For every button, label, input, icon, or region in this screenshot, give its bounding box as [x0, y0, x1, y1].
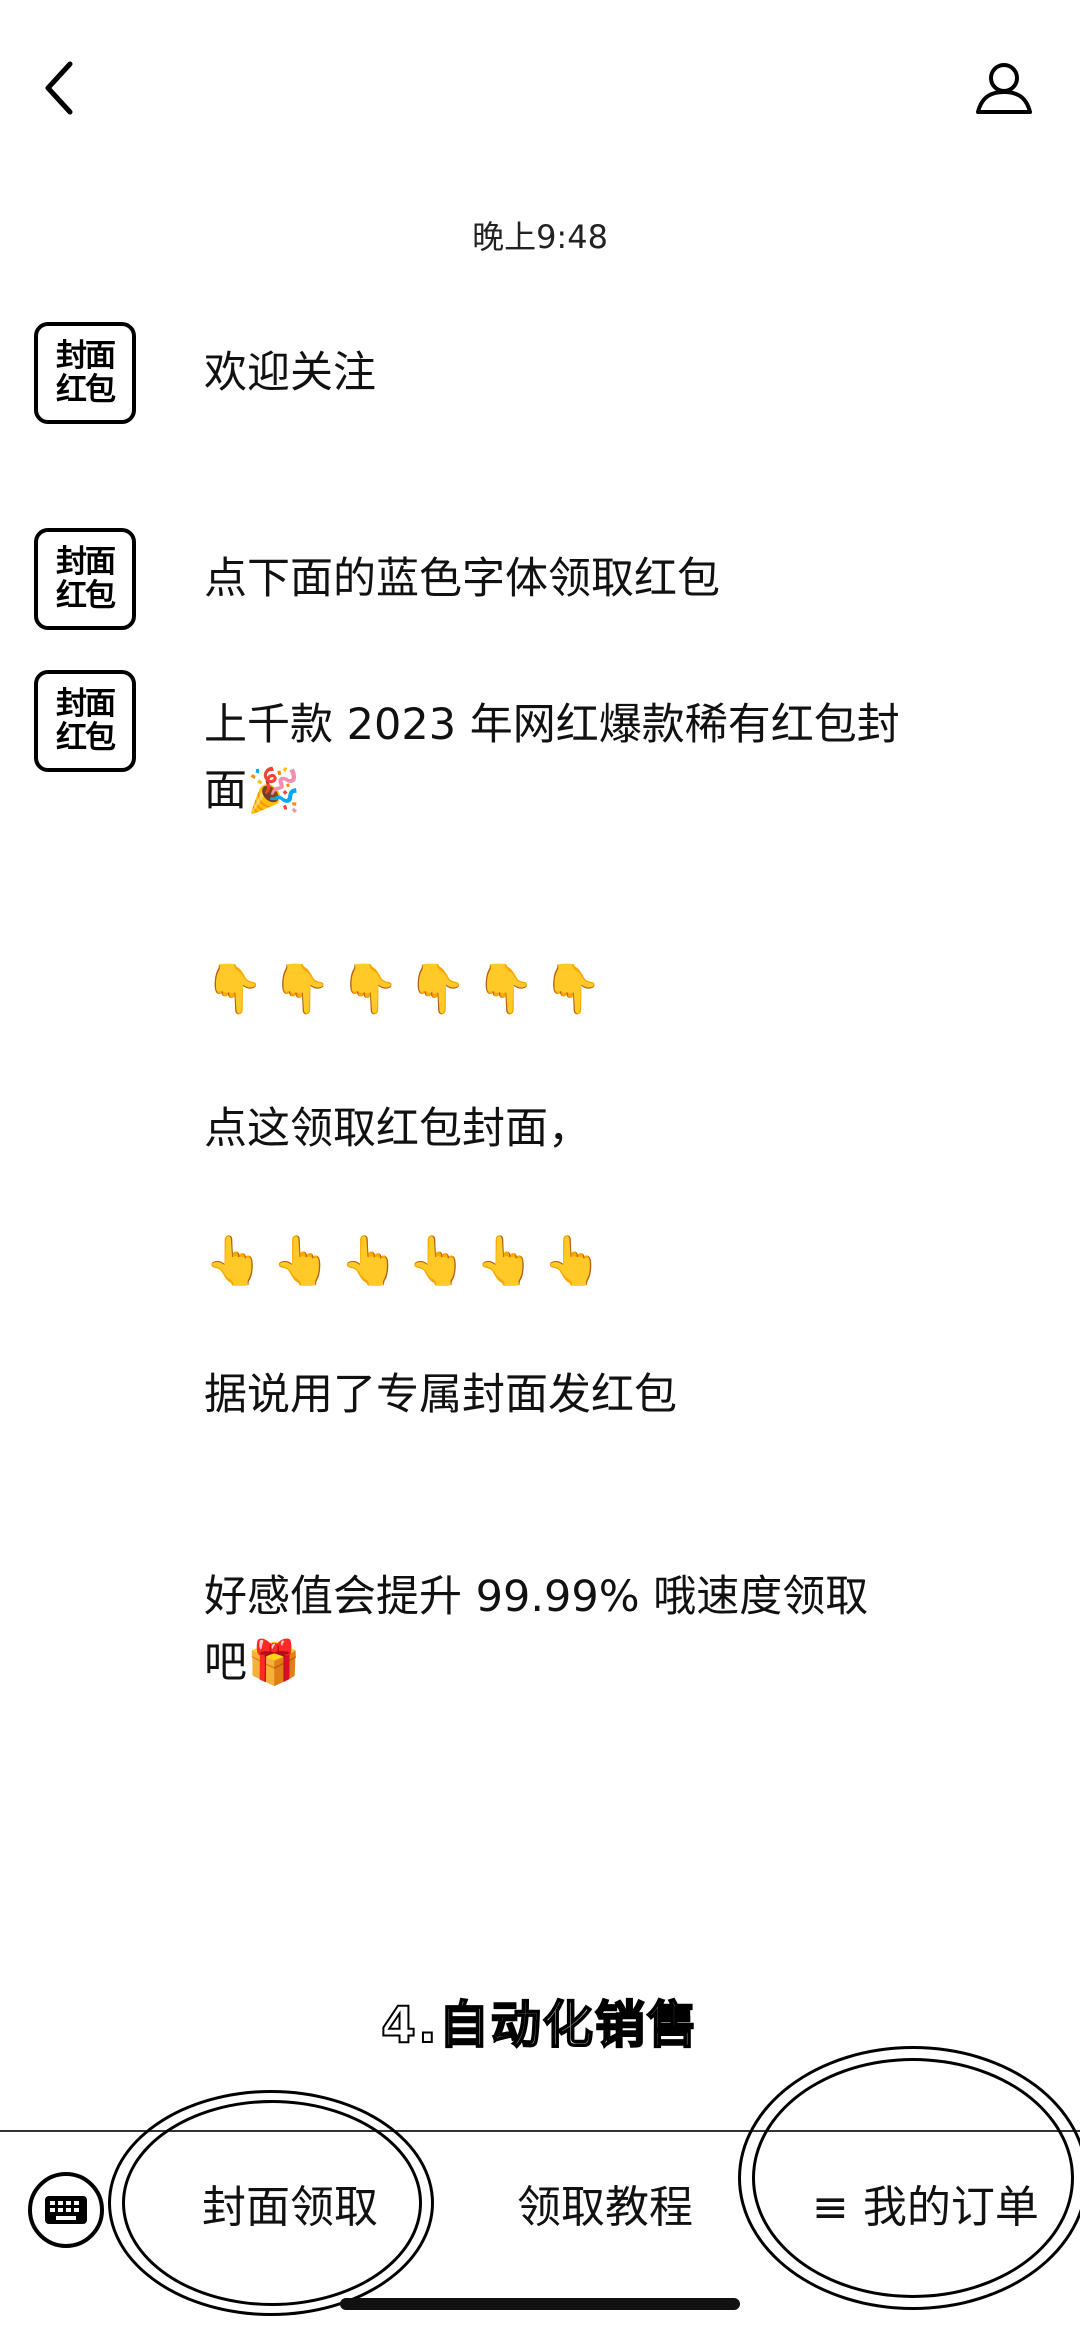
message-text: 上千款 2023 年网红爆款稀有红包封面🎉 — [204, 700, 900, 816]
avatar-line-1: 封面 — [56, 686, 116, 722]
avatar[interactable]: 封面 红包 — [34, 670, 136, 772]
avatar[interactable]: 封面 红包 — [34, 528, 136, 630]
person-icon — [976, 63, 1032, 114]
keyboard-toggle-button[interactable] — [28, 2172, 104, 2248]
home-indicator[interactable] — [340, 2298, 740, 2310]
highlight-ring-right-inner — [752, 2058, 1074, 2298]
message-text: 点下面的蓝色字体领取红包 — [204, 554, 720, 604]
menu-item-tutorial[interactable]: 领取教程 — [460, 2168, 750, 2248]
avatar-line-2: 红包 — [56, 578, 116, 614]
chevron-left-icon — [45, 61, 73, 115]
pointing-down-emoji-row: 👇👇👇👇👇👇 — [204, 961, 611, 1017]
profile-button[interactable] — [974, 58, 1034, 118]
message-timestamp: 晚上9:48 — [472, 218, 608, 256]
message-text: 好感值会提升 99.99% 哦速度领取吧🎁 — [204, 1572, 869, 1688]
claim-link-text[interactable]: 点这领取红包封面， — [204, 1096, 904, 1162]
message-text: 据说用了专属封面发红包 — [204, 1370, 677, 1420]
highlight-ring-left-inner — [122, 2100, 422, 2306]
avatar-line-1: 封面 — [56, 544, 116, 580]
message-text: 欢迎关注 — [204, 348, 376, 398]
avatar-line-2: 红包 — [56, 720, 116, 756]
avatar[interactable]: 封面 红包 — [34, 322, 136, 424]
avatar-line-2: 红包 — [56, 372, 116, 408]
back-button[interactable] — [40, 58, 80, 118]
avatar-line-1: 封面 — [56, 338, 116, 374]
keyboard-icon — [45, 2196, 87, 2224]
pointing-up-emoji-row: 👆👆👆👆👆👆 — [204, 1233, 611, 1289]
